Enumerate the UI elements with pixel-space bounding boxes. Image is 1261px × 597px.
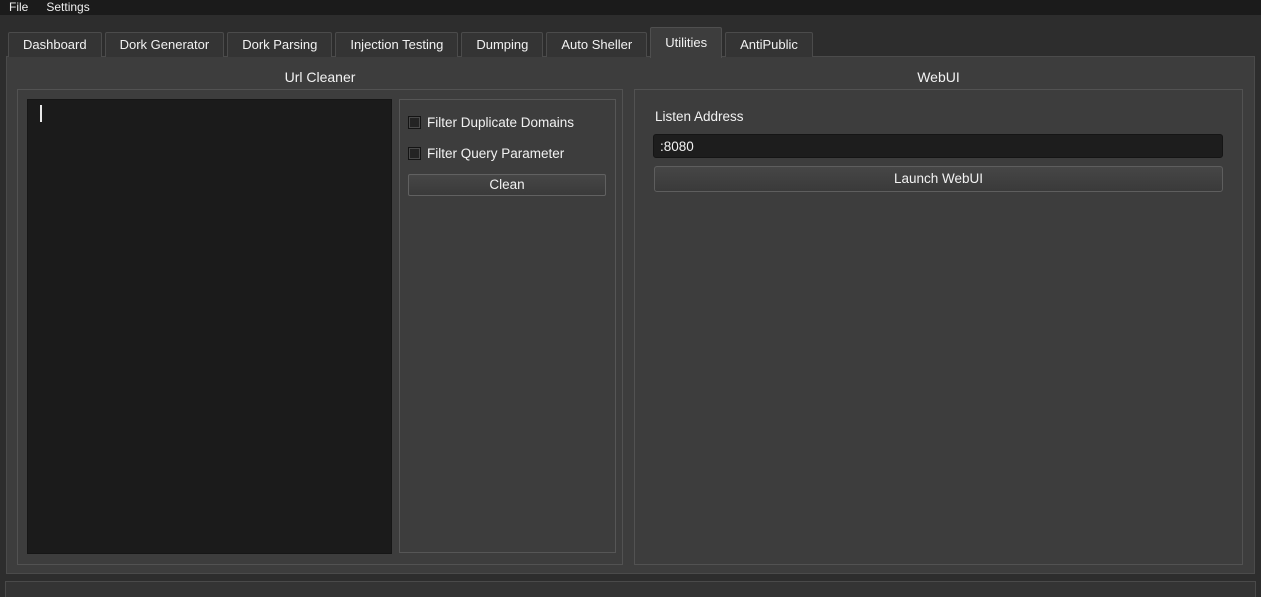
menu-bar: File Settings: [0, 0, 1261, 15]
tab-injection-testing[interactable]: Injection Testing: [335, 32, 458, 57]
checkbox-filter-query-parameter[interactable]: Filter Query Parameter: [408, 145, 564, 161]
url-list-input[interactable]: [27, 99, 392, 554]
tab-dashboard[interactable]: Dashboard: [8, 32, 102, 57]
tab-utilities[interactable]: Utilities: [650, 27, 722, 58]
checkbox-label: Filter Duplicate Domains: [427, 115, 574, 130]
checkbox-unchecked-icon[interactable]: [408, 116, 421, 129]
checkbox-label: Filter Query Parameter: [427, 146, 564, 161]
clean-button[interactable]: Clean: [408, 174, 606, 196]
webui-group-title: WebUI: [634, 69, 1243, 85]
tab-dork-parsing[interactable]: Dork Parsing: [227, 32, 332, 57]
menu-file[interactable]: File: [0, 0, 37, 15]
launch-webui-button[interactable]: Launch WebUI: [654, 166, 1223, 192]
listen-address-input[interactable]: [653, 134, 1223, 158]
listen-address-label: Listen Address: [655, 109, 744, 124]
status-bar: [5, 581, 1256, 597]
tab-antipublic[interactable]: AntiPublic: [725, 32, 813, 57]
tab-auto-sheller[interactable]: Auto Sheller: [546, 32, 647, 57]
checkbox-unchecked-icon[interactable]: [408, 147, 421, 160]
url-cleaner-group-title: Url Cleaner: [17, 69, 623, 85]
menu-settings[interactable]: Settings: [37, 0, 98, 15]
checkbox-filter-duplicate-domains[interactable]: Filter Duplicate Domains: [408, 114, 574, 130]
tab-dumping[interactable]: Dumping: [461, 32, 543, 57]
utilities-tab-page: Url Cleaner Filter Duplicate Domains Fil…: [6, 56, 1255, 574]
webui-group-box: [634, 89, 1243, 565]
tab-dork-generator[interactable]: Dork Generator: [105, 32, 225, 57]
tab-strip: Dashboard Dork Generator Dork Parsing In…: [8, 26, 813, 57]
url-cleaner-options-panel: Filter Duplicate Domains Filter Query Pa…: [399, 99, 616, 553]
